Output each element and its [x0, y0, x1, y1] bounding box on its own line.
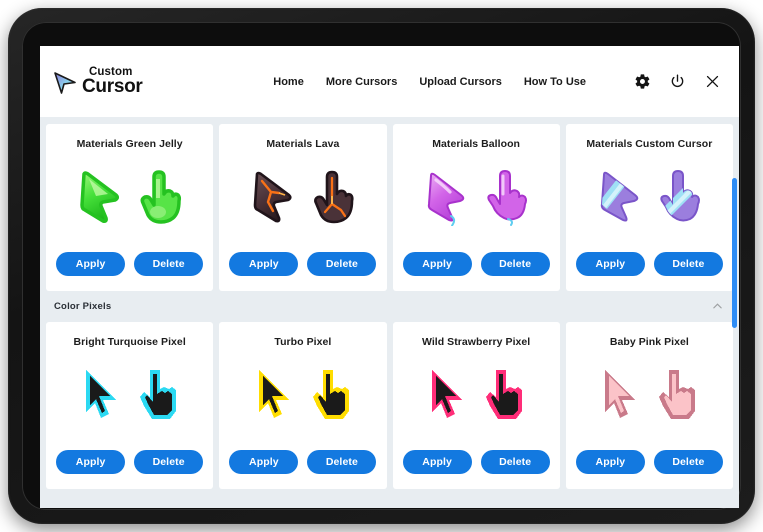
- delete-button[interactable]: Delete: [307, 450, 377, 474]
- card-action-buttons: Apply Delete: [46, 450, 213, 474]
- delete-button[interactable]: Delete: [480, 252, 550, 276]
- pixel-hand-cursor-icon: [312, 370, 349, 419]
- cursor-preview-pair: [401, 158, 552, 236]
- card-action-buttons: Apply Delete: [46, 252, 213, 276]
- app-screen: Custom Cursor Home More Cursors Upload C…: [40, 46, 739, 508]
- delete-button[interactable]: Delete: [134, 450, 204, 474]
- jelly-hand-cursor-icon: [140, 170, 181, 224]
- card-title: Materials Balloon: [432, 138, 521, 150]
- cursor-card-turbo-pixel[interactable]: Turbo Pixel Apply Delete: [219, 322, 387, 489]
- cursor-preview-pair: [574, 158, 725, 236]
- cursor-library-scroll-area[interactable]: Materials Green Jelly Apply Delete Mater…: [40, 117, 739, 508]
- delete-button[interactable]: Delete: [307, 252, 377, 276]
- cursor-preview-pair: [227, 356, 378, 434]
- card-title: Materials Lava: [266, 138, 340, 150]
- apply-button[interactable]: Apply: [229, 450, 299, 474]
- pixel-arrow-cursor-icon: [85, 370, 116, 418]
- apply-button[interactable]: Apply: [56, 450, 126, 474]
- card-action-buttons: Apply Delete: [393, 252, 560, 276]
- cursor-card-bright-turquoise-pixel[interactable]: Bright Turquoise Pixel Apply Delete: [46, 322, 214, 489]
- cursor-card-wild-strawberry-pixel[interactable]: Wild Strawberry Pixel Apply Delete: [392, 322, 560, 489]
- card-action-buttons: Apply Delete: [566, 252, 733, 276]
- nav-how-to-use[interactable]: How To Use: [524, 76, 586, 88]
- materials-card-row: Materials Green Jelly Apply Delete Mater…: [40, 117, 739, 291]
- cursor-preview-pair: [54, 356, 205, 434]
- cursor-card-balloon[interactable]: Materials Balloon Apply Delete: [392, 124, 560, 291]
- apply-button[interactable]: Apply: [575, 252, 645, 276]
- main-navigation: Home More Cursors Upload Cursors How To …: [273, 73, 721, 90]
- apply-button[interactable]: Apply: [56, 252, 126, 276]
- delete-button[interactable]: Delete: [134, 252, 204, 276]
- section-title: Color Pixels: [54, 301, 112, 312]
- cursor-arrow-gradient-icon: [54, 72, 76, 94]
- card-title: Turbo Pixel: [274, 336, 332, 348]
- card-title: Wild Strawberry Pixel: [421, 336, 531, 348]
- app-header: Custom Cursor Home More Cursors Upload C…: [40, 46, 739, 117]
- card-title: Baby Pink Pixel: [609, 336, 689, 348]
- pixel-hand-cursor-icon: [486, 370, 523, 419]
- app-logo[interactable]: Custom Cursor: [52, 67, 143, 96]
- lava-hand-cursor-icon: [313, 170, 354, 224]
- device-frame: Custom Cursor Home More Cursors Upload C…: [8, 8, 755, 524]
- close-icon[interactable]: [704, 73, 721, 90]
- card-title: Materials Custom Cursor: [586, 138, 713, 150]
- nav-more-cursors[interactable]: More Cursors: [326, 76, 398, 88]
- delete-button[interactable]: Delete: [653, 450, 723, 474]
- card-action-buttons: Apply Delete: [566, 450, 733, 474]
- apply-button[interactable]: Apply: [575, 450, 645, 474]
- section-header-color-pixels[interactable]: Color Pixels: [40, 291, 739, 322]
- vertical-scrollbar[interactable]: [732, 178, 737, 328]
- pixel-hand-cursor-icon: [139, 370, 176, 419]
- pixel-arrow-cursor-icon: [605, 370, 636, 418]
- custom-hand-cursor-icon: [660, 170, 701, 222]
- delete-button[interactable]: Delete: [480, 450, 550, 474]
- apply-button[interactable]: Apply: [402, 252, 472, 276]
- delete-button[interactable]: Delete: [653, 252, 723, 276]
- card-action-buttons: Apply Delete: [393, 450, 560, 474]
- pixel-hand-cursor-icon: [659, 370, 696, 419]
- cursor-card-lava[interactable]: Materials Lava Apply Delete: [219, 124, 387, 291]
- card-title: Bright Turquoise Pixel: [73, 336, 186, 348]
- jelly-arrow-cursor-icon: [79, 171, 119, 223]
- power-icon[interactable]: [669, 73, 686, 90]
- balloon-hand-cursor-icon: [487, 170, 528, 226]
- cursor-card-baby-pink-pixel[interactable]: Baby Pink Pixel Apply Delete: [565, 322, 733, 489]
- balloon-arrow-cursor-icon: [427, 172, 465, 226]
- chevron-up-icon[interactable]: [712, 301, 723, 312]
- color-pixels-card-row: Bright Turquoise Pixel Apply Delete Turb…: [40, 322, 739, 489]
- lava-arrow-cursor-icon: [253, 171, 292, 223]
- logo-text-bottom: Cursor: [82, 75, 143, 97]
- gear-icon[interactable]: [634, 73, 651, 90]
- scrollbar-track[interactable]: [732, 117, 738, 508]
- apply-button[interactable]: Apply: [402, 450, 472, 474]
- cursor-card-green-jelly[interactable]: Materials Green Jelly Apply Delete: [46, 124, 214, 291]
- cursor-preview-pair: [54, 158, 205, 236]
- pixel-arrow-cursor-icon: [258, 370, 289, 418]
- nav-upload-cursors[interactable]: Upload Cursors: [419, 76, 502, 88]
- cursor-preview-pair: [574, 356, 725, 434]
- card-action-buttons: Apply Delete: [219, 450, 386, 474]
- card-title: Materials Green Jelly: [76, 138, 183, 150]
- pixel-arrow-cursor-icon: [432, 370, 463, 418]
- card-action-buttons: Apply Delete: [219, 252, 386, 276]
- cursor-preview-pair: [227, 158, 378, 236]
- apply-button[interactable]: Apply: [229, 252, 299, 276]
- nav-home[interactable]: Home: [273, 76, 304, 88]
- custom-arrow-cursor-icon: [601, 171, 639, 222]
- cursor-card-custom-cursor[interactable]: Materials Custom Cursor Apply Delete: [565, 124, 733, 291]
- cursor-preview-pair: [401, 356, 552, 434]
- header-icon-group: [634, 73, 721, 90]
